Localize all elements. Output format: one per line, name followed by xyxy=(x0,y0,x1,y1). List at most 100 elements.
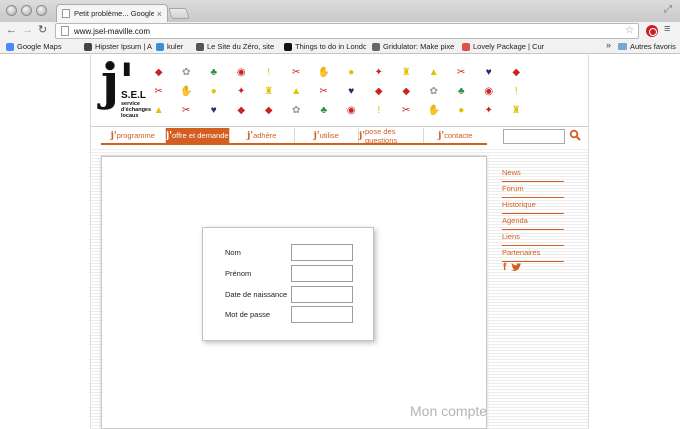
back-icon[interactable]: ← xyxy=(6,24,17,37)
new-tab-button[interactable] xyxy=(168,8,190,19)
plant-icon: ♣ xyxy=(320,105,328,117)
scissors-icon: ✂ xyxy=(457,66,466,78)
button-icon: ◉ xyxy=(346,105,356,117)
nav-item-programme[interactable]: j' programme xyxy=(101,128,165,143)
side-link-liens[interactable]: Liens xyxy=(502,230,564,246)
logo-sel-text: S.E.L xyxy=(121,90,147,101)
glove-icon: ✋ xyxy=(427,105,440,117)
side-links: News Forum Historique Agenda Liens Parte… xyxy=(502,166,564,262)
exclamation-icon: ! xyxy=(267,66,271,78)
side-link-forum[interactable]: Forum xyxy=(502,182,564,198)
facebook-icon[interactable]: f xyxy=(503,262,506,273)
other-bookmarks-folder[interactable]: Autres favoris xyxy=(618,40,680,53)
ball-icon: ● xyxy=(348,66,355,78)
star-icon: ✦ xyxy=(484,105,493,117)
field-label: Date de naissance xyxy=(225,289,288,299)
star-icon: ✦ xyxy=(237,85,246,97)
gem-icon: ◆ xyxy=(512,66,521,78)
gem-icon: ◆ xyxy=(402,85,411,97)
gem-icon: ◆ xyxy=(264,105,273,117)
fullscreen-icon[interactable]: ⤢ xyxy=(664,4,672,15)
web-page: j' S.E.L service d'échanges locaux ◆ ✿ ♣ ◉!… xyxy=(0,55,680,429)
bookmarks-overflow-button[interactable]: » xyxy=(606,40,611,50)
bookmark-item[interactable]: Lovely Package | Cura xyxy=(462,40,544,53)
decorative-icon-grid: ◆ ✿ ♣ ◉! ✂ ✋ ● ✦ ♜ ▲ ✂ ♥ ◆ ✂ ✋ ● ✦ ♜ ▲ ✂ ♥ ◆ ◆ ✿ ♣ ◉! ▲ ✂ ♥ ◆ ◆ ✿ ♣ ◉! ✂ ✋ ●… xyxy=(145,63,530,121)
scissors-icon: ✂ xyxy=(292,66,301,78)
zoom-window-button[interactable] xyxy=(36,5,47,16)
bookmark-item[interactable]: Google Maps xyxy=(6,40,84,53)
heart-icon: ♥ xyxy=(348,85,355,97)
side-link-partenaires[interactable]: Partenaires xyxy=(502,246,564,262)
glove-icon: ✋ xyxy=(180,85,193,97)
side-link-agenda[interactable]: Agenda xyxy=(502,214,564,230)
tower-icon: ♜ xyxy=(264,85,274,97)
date-de-naissance-input[interactable] xyxy=(291,285,353,303)
browser-titlebar: Petit problème... Google Chr × ⤢ xyxy=(0,0,680,22)
close-window-button[interactable] xyxy=(6,5,17,16)
extension-icon[interactable] xyxy=(646,25,658,37)
gem-icon: ◆ xyxy=(154,66,163,78)
side-link-historique[interactable]: Historique xyxy=(502,198,564,214)
nav-item-contacte[interactable]: j' contacte xyxy=(422,128,488,143)
prenom-input[interactable] xyxy=(291,264,353,282)
mot-de-passe-input[interactable] xyxy=(291,305,353,323)
close-tab-icon[interactable]: × xyxy=(157,9,162,19)
address-bar[interactable]: www.jsel-maville.com ☆ xyxy=(55,23,639,39)
bookmark-item[interactable]: Gridulator: Make pixe xyxy=(372,40,456,53)
tower-icon: ♜ xyxy=(401,66,411,78)
bookmark-item[interactable]: kuler xyxy=(156,40,192,53)
scissors-icon: ✂ xyxy=(319,85,328,97)
nav-item-utilise[interactable]: j' utilise xyxy=(293,128,359,143)
nav-item-adhere[interactable]: j' adhère xyxy=(229,128,294,143)
twitter-icon[interactable] xyxy=(510,262,522,273)
side-link-news[interactable]: News xyxy=(502,166,564,182)
site-header: j' S.E.L service d'échanges locaux ◆ ✿ ♣ ◉!… xyxy=(91,55,588,127)
form-row-mot-de-passe: Mot de passe xyxy=(225,305,353,323)
forward-icon[interactable]: → xyxy=(22,24,33,37)
exclamation-icon: ! xyxy=(377,105,381,117)
bookmark-favicon-icon xyxy=(156,42,164,51)
search-input[interactable] xyxy=(503,129,565,144)
cone-icon: ▲ xyxy=(153,105,164,117)
field-label: Prénom xyxy=(225,268,252,278)
browser-tab[interactable]: Petit problème... Google Chr × xyxy=(56,4,168,22)
field-label: Mot de passe xyxy=(225,309,271,319)
bookmark-star-icon[interactable]: ☆ xyxy=(625,25,634,36)
scissors-icon: ✂ xyxy=(182,105,191,117)
minimize-window-button[interactable] xyxy=(21,5,32,16)
scissors-icon: ✂ xyxy=(402,105,411,117)
search-icon[interactable] xyxy=(569,129,581,141)
plant-icon: ♣ xyxy=(210,66,218,78)
tab-title: Petit problème... Google Chr xyxy=(74,9,154,18)
nav-item-offre-et-demande[interactable]: j' offre et demande xyxy=(164,128,229,143)
heart-icon: ♥ xyxy=(485,66,492,78)
cone-icon: ▲ xyxy=(291,85,302,97)
reload-icon[interactable]: ↻ xyxy=(38,24,47,37)
plant-icon: ♣ xyxy=(457,85,465,97)
cone-icon: ▲ xyxy=(428,66,439,78)
gem-icon: ◆ xyxy=(374,85,383,97)
flower-icon: ✿ xyxy=(182,66,191,78)
bookmark-item[interactable]: Things to do in Londo xyxy=(284,40,366,53)
flower-icon: ✿ xyxy=(292,105,301,117)
tower-icon: ♜ xyxy=(511,105,521,117)
main-content: Nom Prénom Date de naissance Mot de pass… xyxy=(101,156,487,429)
nav-item-pose-des-questions[interactable]: j' pose des questions xyxy=(358,127,423,145)
bookmark-favicon-icon xyxy=(196,42,204,51)
exclamation-icon: ! xyxy=(514,85,518,97)
bookmark-item[interactable]: Le Site du Zéro, site xyxy=(196,40,276,53)
bookmark-favicon-icon xyxy=(462,42,470,51)
flower-icon: ✿ xyxy=(429,85,438,97)
scissors-icon: ✂ xyxy=(154,85,163,97)
site-wrapper: j' S.E.L service d'échanges locaux ◆ ✿ ♣ ◉!… xyxy=(90,55,589,429)
address-url: www.jsel-maville.com xyxy=(74,26,151,36)
gem-icon: ◆ xyxy=(237,105,246,117)
nom-input[interactable] xyxy=(291,243,353,261)
glove-icon: ✋ xyxy=(317,66,330,78)
chrome-menu-icon[interactable]: ≡ xyxy=(664,23,670,35)
form-row-date-de-naissance: Date de naissance xyxy=(225,285,353,303)
field-label: Nom xyxy=(225,247,241,257)
bookmark-favicon-icon xyxy=(6,42,14,51)
bookmark-favicon-icon xyxy=(372,42,380,51)
bookmark-favicon-icon xyxy=(84,42,92,51)
